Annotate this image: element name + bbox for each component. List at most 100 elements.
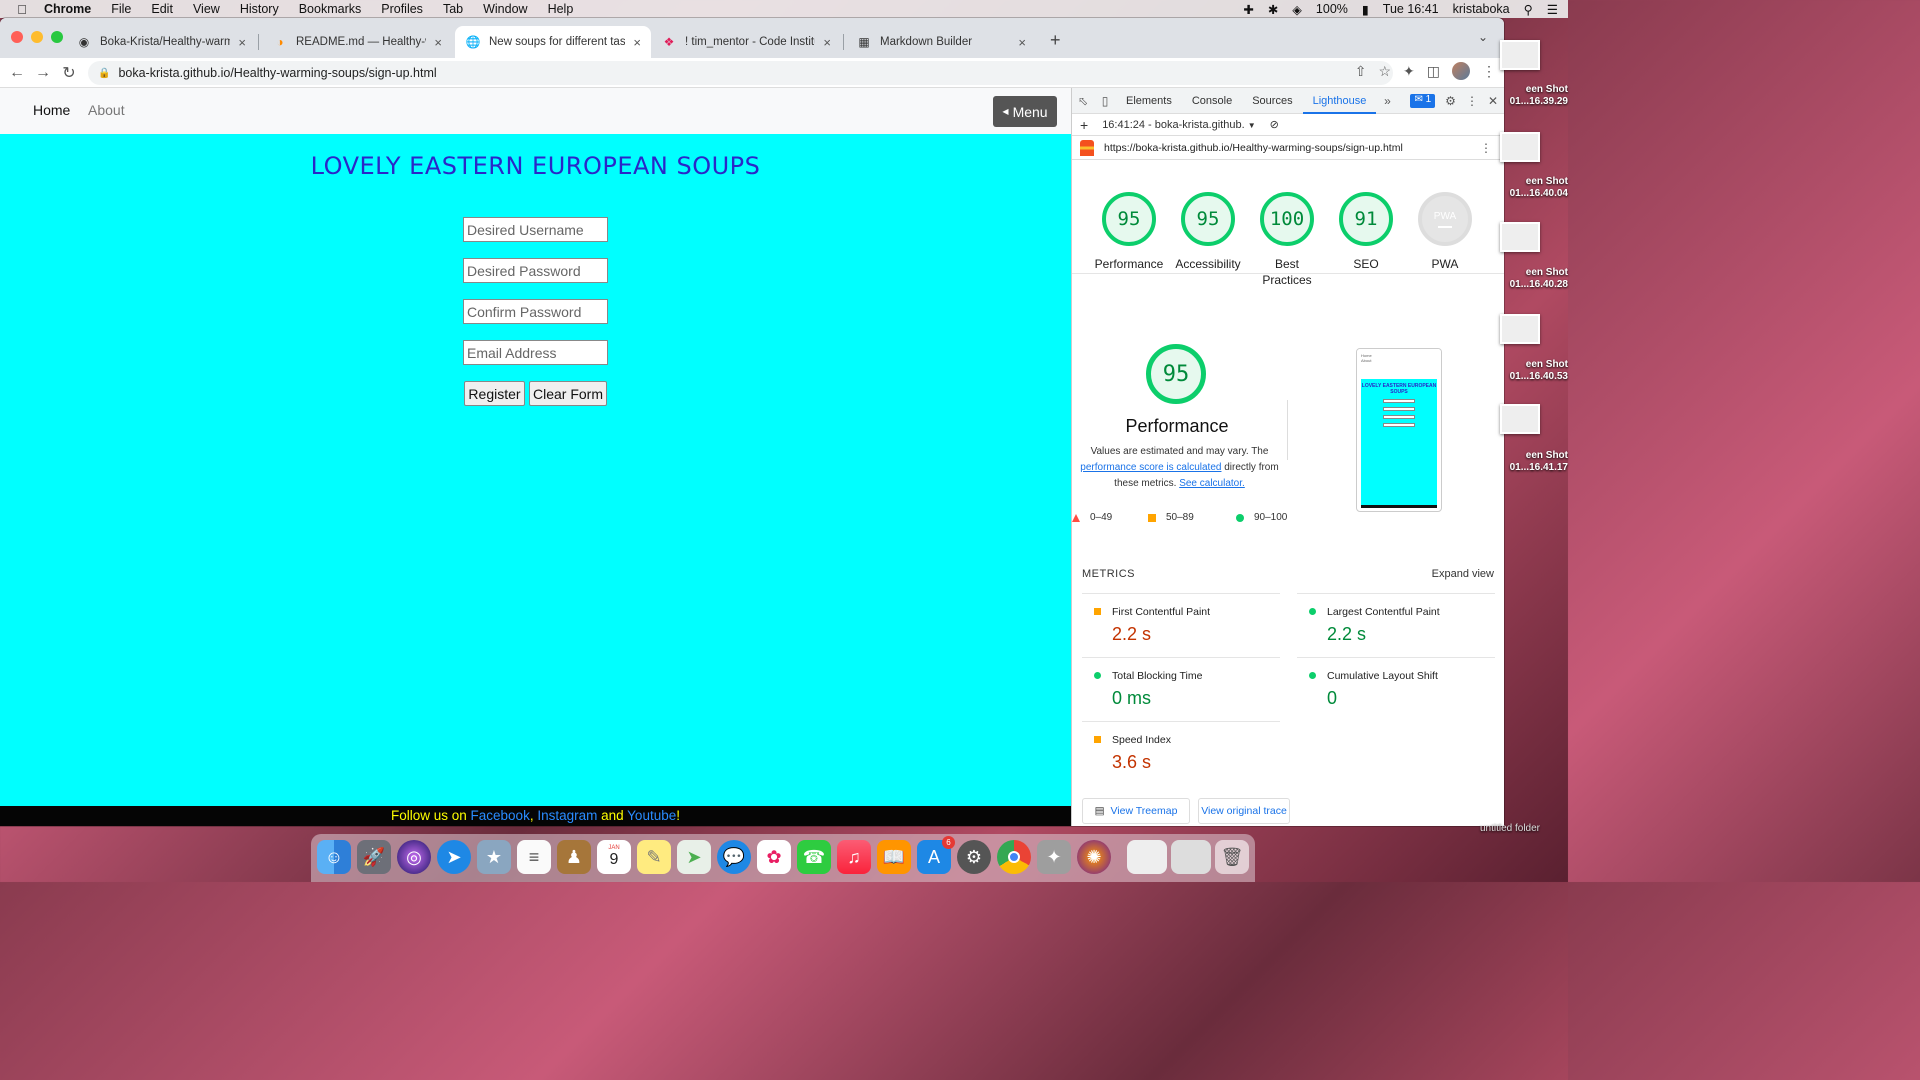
gauge-performance[interactable]: 95 Performance bbox=[1094, 192, 1164, 272]
reminders-icon[interactable]: ≡ bbox=[517, 840, 551, 874]
trash-icon[interactable]: 🗑 bbox=[1215, 840, 1249, 874]
screenshot-file-thumbnail[interactable] bbox=[1500, 404, 1540, 434]
close-tab-icon[interactable]: × bbox=[434, 35, 442, 50]
expand-view-toggle[interactable]: Expand view bbox=[1432, 568, 1494, 580]
zoom-window-button[interactable] bbox=[51, 31, 63, 43]
more-tabs-chevron-icon[interactable]: » bbox=[1376, 94, 1398, 108]
clear-form-button[interactable]: Clear Form bbox=[529, 381, 607, 406]
back-button[interactable]: ← bbox=[4, 64, 30, 82]
safari-icon[interactable]: ➤ bbox=[437, 840, 471, 874]
wifi-icon[interactable]: ◈ bbox=[1292, 2, 1302, 17]
desktop-file-2[interactable]: een Shot 01...16.40.04 bbox=[1505, 176, 1568, 200]
menu-help[interactable]: Help bbox=[548, 2, 574, 16]
nav-about-link[interactable]: About bbox=[88, 102, 125, 118]
close-tab-icon[interactable]: × bbox=[1018, 35, 1026, 50]
new-tab-button[interactable]: + bbox=[1050, 30, 1061, 51]
menu-button[interactable]: ◀ Menu bbox=[993, 96, 1057, 127]
downloads-folder-icon[interactable] bbox=[1127, 840, 1167, 874]
facebook-link[interactable]: Facebook bbox=[471, 808, 530, 823]
chrome-icon[interactable] bbox=[997, 840, 1031, 874]
minimize-window-button[interactable] bbox=[31, 31, 43, 43]
battery-icon[interactable]: ▮ bbox=[1362, 2, 1369, 17]
menu-app-name[interactable]: Chrome bbox=[44, 2, 91, 16]
tab-slack[interactable]: ❖ ! tim_mentor - Code Institute - × bbox=[651, 26, 841, 58]
untitled-folder[interactable]: untitled folder bbox=[1430, 823, 1540, 835]
battery-percent[interactable]: 100% bbox=[1316, 2, 1348, 16]
control-center-icon[interactable]: ☰ bbox=[1547, 2, 1558, 17]
notes-icon[interactable]: ✎ bbox=[637, 840, 671, 874]
close-tab-icon[interactable]: × bbox=[238, 35, 246, 50]
profile-avatar[interactable] bbox=[1452, 62, 1470, 80]
messages-icon[interactable]: 💬 bbox=[717, 840, 751, 874]
firefox-icon[interactable]: ✺ bbox=[1077, 840, 1111, 874]
launchpad-icon[interactable]: 🚀 bbox=[357, 840, 391, 874]
gauge-best-practices[interactable]: 100 Best Practices bbox=[1252, 192, 1322, 288]
siri-icon[interactable]: ◎ bbox=[397, 840, 431, 874]
tab-readme[interactable]: ◑ README.md — Healthy-war × bbox=[262, 26, 452, 58]
nav-home-link[interactable]: Home bbox=[33, 102, 70, 118]
register-button[interactable]: Register bbox=[464, 381, 525, 406]
see-calculator-link[interactable]: See calculator. bbox=[1179, 478, 1245, 489]
devtools-tab-console[interactable]: Console bbox=[1182, 88, 1242, 114]
tab-github[interactable]: ◉ Boka-Krista/Healthy-warming- × bbox=[66, 26, 256, 58]
tab-new-soups[interactable]: 🌐 New soups for different tastes × bbox=[455, 26, 651, 58]
gauge-accessibility[interactable]: 95 Accessibility bbox=[1173, 192, 1243, 272]
share-icon[interactable]: ⇧ bbox=[1355, 63, 1367, 80]
contacts-icon[interactable]: ♟ bbox=[557, 840, 591, 874]
messages-badge[interactable]: ✉ 1 bbox=[1410, 93, 1436, 108]
extensions-icon[interactable]: ✦ bbox=[1403, 63, 1415, 80]
youtube-link[interactable]: Youtube bbox=[627, 808, 676, 823]
maps-icon[interactable]: ➤ bbox=[677, 840, 711, 874]
email-input[interactable]: Email Address bbox=[463, 340, 608, 365]
settings-gear-icon[interactable]: ⚙ bbox=[1445, 94, 1456, 108]
desktop-file-5[interactable]: een Shot 01...16.41.17 bbox=[1505, 450, 1568, 474]
menu-history[interactable]: History bbox=[240, 2, 279, 16]
report-url[interactable]: https://boka-krista.github.io/Healthy-wa… bbox=[1104, 142, 1403, 154]
gauge-seo[interactable]: 91 SEO bbox=[1331, 192, 1401, 272]
close-tab-icon[interactable]: × bbox=[633, 35, 641, 50]
close-window-button[interactable] bbox=[11, 31, 23, 43]
lock-icon[interactable]: 🔒 bbox=[98, 68, 110, 79]
app-store-icon[interactable]: A6 bbox=[917, 836, 955, 874]
reload-button[interactable]: ↻ bbox=[56, 63, 82, 83]
side-panel-icon[interactable]: ◫ bbox=[1427, 63, 1440, 80]
menu-profiles[interactable]: Profiles bbox=[381, 2, 423, 16]
bluetooth-icon[interactable]: ✱ bbox=[1268, 2, 1278, 17]
photos-icon[interactable]: ✿ bbox=[757, 840, 791, 874]
username-input[interactable]: Desired Username bbox=[463, 217, 608, 242]
desktop-file-3[interactable]: een Shot 01...16.40.28 bbox=[1505, 267, 1568, 291]
devtools-menu-icon[interactable]: ⋮ bbox=[1466, 94, 1478, 108]
menu-file[interactable]: File bbox=[111, 2, 131, 16]
close-devtools-icon[interactable]: ✕ bbox=[1488, 94, 1498, 108]
menu-bookmarks[interactable]: Bookmarks bbox=[299, 2, 362, 16]
instagram-link[interactable]: Instagram bbox=[537, 808, 597, 823]
preview-icon[interactable]: ★ bbox=[477, 840, 511, 874]
vpn-icon[interactable]: ✚ bbox=[1243, 2, 1253, 17]
forward-button[interactable]: → bbox=[30, 64, 56, 82]
clear-reports-icon[interactable]: ⊘ bbox=[1270, 118, 1279, 131]
desktop-file-4[interactable]: een Shot 01...16.40.53 bbox=[1505, 359, 1568, 383]
confirm-password-input[interactable]: Confirm Password bbox=[463, 299, 608, 324]
password-input[interactable]: Desired Password bbox=[463, 258, 608, 283]
utility-icon[interactable]: ✦ bbox=[1037, 840, 1071, 874]
gauge-pwa[interactable]: PWA PWA bbox=[1410, 192, 1480, 272]
screenshot-file-thumbnail[interactable] bbox=[1500, 222, 1540, 252]
inspect-element-icon[interactable]: ⬁ bbox=[1072, 94, 1094, 108]
final-screenshot-thumbnail[interactable]: Home About LOVELY EASTERN EUROPEAN SOUPS bbox=[1356, 348, 1442, 512]
bookmark-star-icon[interactable]: ☆ bbox=[1378, 63, 1391, 80]
devtools-tab-elements[interactable]: Elements bbox=[1116, 88, 1182, 114]
menu-view[interactable]: View bbox=[193, 2, 220, 16]
new-report-icon[interactable]: + bbox=[1080, 117, 1088, 133]
score-calculated-link[interactable]: performance score is calculated bbox=[1080, 462, 1221, 473]
calendar-icon[interactable]: JAN 9 bbox=[597, 840, 631, 874]
devtools-tab-sources[interactable]: Sources bbox=[1242, 88, 1302, 114]
menubar-user[interactable]: kristaboka bbox=[1453, 2, 1510, 16]
documents-stack-icon[interactable] bbox=[1171, 840, 1211, 874]
books-icon[interactable]: 📖 bbox=[877, 840, 911, 874]
devtools-tab-lighthouse[interactable]: Lighthouse bbox=[1302, 88, 1377, 114]
apple-menu-icon[interactable]:  bbox=[0, 2, 44, 17]
screenshot-file-thumbnail[interactable] bbox=[1500, 40, 1540, 70]
report-menu-icon[interactable]: ⋮ bbox=[1480, 141, 1492, 155]
menu-window[interactable]: Window bbox=[483, 2, 527, 16]
screenshot-file-thumbnail[interactable] bbox=[1500, 314, 1540, 344]
